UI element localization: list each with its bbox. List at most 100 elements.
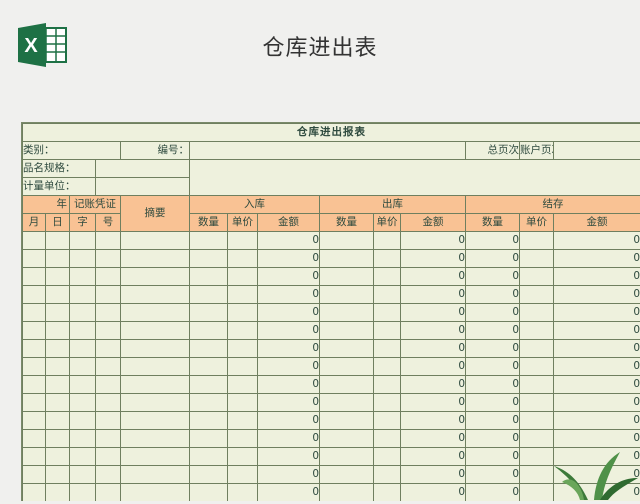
code-cell[interactable] [190, 142, 466, 160]
data-cell[interactable] [70, 232, 96, 250]
data-cell[interactable] [374, 250, 401, 268]
data-cell[interactable] [374, 304, 401, 322]
amount-cell[interactable]: 0 [466, 394, 520, 412]
amount-cell[interactable]: 0 [401, 358, 466, 376]
data-cell[interactable] [520, 286, 554, 304]
amount-cell[interactable]: 0 [466, 448, 520, 466]
data-cell[interactable] [70, 358, 96, 376]
data-cell[interactable] [121, 232, 190, 250]
data-cell[interactable] [228, 466, 258, 484]
data-cell[interactable] [23, 340, 46, 358]
data-cell[interactable] [23, 322, 46, 340]
data-cell[interactable] [520, 394, 554, 412]
data-cell[interactable] [520, 268, 554, 286]
amount-cell[interactable]: 0 [554, 412, 640, 430]
amount-cell[interactable]: 0 [554, 232, 640, 250]
data-cell[interactable] [70, 412, 96, 430]
data-cell[interactable] [374, 376, 401, 394]
data-cell[interactable] [320, 322, 374, 340]
amount-cell[interactable]: 0 [466, 268, 520, 286]
data-cell[interactable] [374, 448, 401, 466]
data-cell[interactable] [70, 394, 96, 412]
amount-cell[interactable]: 0 [466, 358, 520, 376]
data-cell[interactable] [96, 322, 121, 340]
amount-cell[interactable]: 0 [401, 268, 466, 286]
data-cell[interactable] [228, 412, 258, 430]
data-cell[interactable] [121, 394, 190, 412]
data-cell[interactable] [70, 340, 96, 358]
data-cell[interactable] [374, 322, 401, 340]
data-cell[interactable] [46, 430, 70, 448]
data-cell[interactable] [121, 304, 190, 322]
amount-cell[interactable]: 0 [401, 394, 466, 412]
data-cell[interactable] [96, 286, 121, 304]
spec-cell[interactable] [96, 160, 190, 178]
data-cell[interactable] [121, 376, 190, 394]
data-cell[interactable] [374, 412, 401, 430]
data-cell[interactable] [190, 322, 228, 340]
amount-cell[interactable]: 0 [466, 376, 520, 394]
data-cell[interactable] [520, 340, 554, 358]
amount-cell[interactable]: 0 [466, 430, 520, 448]
data-cell[interactable] [374, 286, 401, 304]
amount-cell[interactable]: 0 [258, 304, 320, 322]
data-cell[interactable] [23, 268, 46, 286]
data-cell[interactable] [46, 304, 70, 322]
data-cell[interactable] [70, 250, 96, 268]
data-cell[interactable] [228, 268, 258, 286]
data-cell[interactable] [228, 394, 258, 412]
data-cell[interactable] [121, 430, 190, 448]
amount-cell[interactable]: 0 [258, 448, 320, 466]
amount-cell[interactable]: 0 [466, 484, 520, 502]
data-cell[interactable] [70, 376, 96, 394]
amount-cell[interactable]: 0 [554, 394, 640, 412]
data-cell[interactable] [520, 412, 554, 430]
amount-cell[interactable]: 0 [554, 250, 640, 268]
data-cell[interactable] [228, 484, 258, 502]
amount-cell[interactable]: 0 [401, 286, 466, 304]
amount-cell[interactable]: 0 [258, 250, 320, 268]
data-cell[interactable] [46, 322, 70, 340]
data-cell[interactable] [121, 322, 190, 340]
data-cell[interactable] [228, 430, 258, 448]
data-cell[interactable] [96, 358, 121, 376]
amount-cell[interactable]: 0 [466, 232, 520, 250]
data-cell[interactable] [96, 376, 121, 394]
unit-cell[interactable] [96, 178, 190, 196]
data-cell[interactable] [46, 376, 70, 394]
data-cell[interactable] [96, 304, 121, 322]
data-cell[interactable] [228, 250, 258, 268]
data-cell[interactable] [70, 286, 96, 304]
amount-cell[interactable]: 0 [401, 322, 466, 340]
data-cell[interactable] [46, 340, 70, 358]
data-cell[interactable] [23, 466, 46, 484]
data-cell[interactable] [190, 340, 228, 358]
data-cell[interactable] [320, 412, 374, 430]
data-cell[interactable] [70, 430, 96, 448]
amount-cell[interactable]: 0 [401, 412, 466, 430]
data-cell[interactable] [228, 376, 258, 394]
data-cell[interactable] [190, 304, 228, 322]
data-cell[interactable] [320, 286, 374, 304]
data-cell[interactable] [320, 250, 374, 268]
data-cell[interactable] [374, 232, 401, 250]
data-cell[interactable] [23, 430, 46, 448]
amount-cell[interactable]: 0 [466, 304, 520, 322]
data-cell[interactable] [46, 250, 70, 268]
data-cell[interactable] [228, 286, 258, 304]
amount-cell[interactable]: 0 [554, 340, 640, 358]
amount-cell[interactable]: 0 [401, 376, 466, 394]
data-cell[interactable] [23, 250, 46, 268]
data-cell[interactable] [46, 448, 70, 466]
data-cell[interactable] [190, 232, 228, 250]
data-cell[interactable] [96, 448, 121, 466]
data-cell[interactable] [190, 412, 228, 430]
amount-cell[interactable]: 0 [258, 394, 320, 412]
amount-cell[interactable]: 0 [258, 232, 320, 250]
data-cell[interactable] [121, 412, 190, 430]
data-cell[interactable] [23, 448, 46, 466]
data-cell[interactable] [320, 268, 374, 286]
data-cell[interactable] [96, 394, 121, 412]
amount-cell[interactable]: 0 [554, 268, 640, 286]
data-cell[interactable] [23, 376, 46, 394]
